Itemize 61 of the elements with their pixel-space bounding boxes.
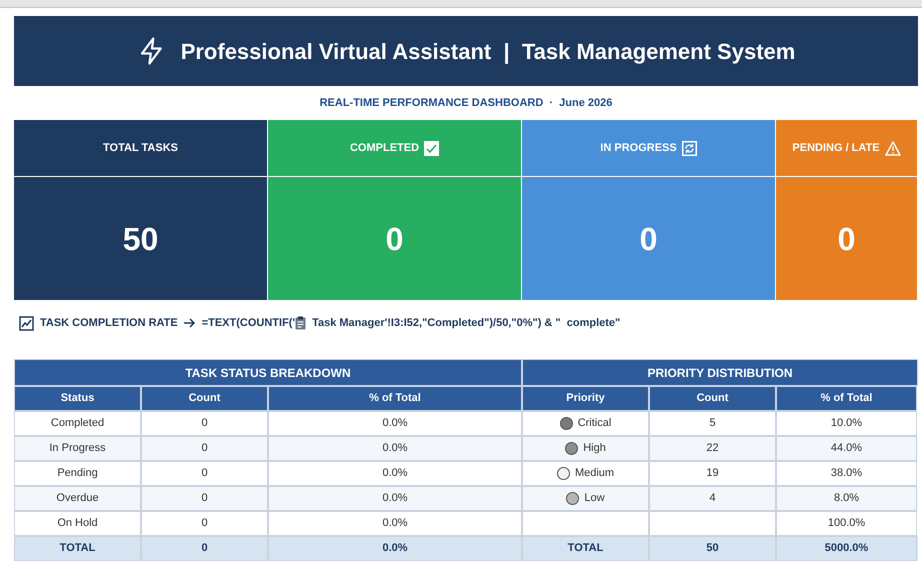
refresh-icon: [682, 140, 697, 156]
warning-icon: [884, 140, 901, 156]
total-cell: 5000.0%: [776, 536, 917, 561]
kpi-value: 0: [640, 220, 658, 258]
arrow-icon: [184, 318, 196, 328]
total-cell: TOTAL: [14, 536, 141, 561]
priority-label: Medium: [574, 466, 614, 482]
completion-rate-label: TASK COMPLETION RATE: [40, 316, 178, 331]
column-header: % of Total: [268, 386, 522, 411]
kpi-label: IN PROGRESS: [600, 140, 677, 156]
table-cell: 19: [649, 461, 776, 486]
table-cell: In Progress: [14, 436, 141, 461]
table-cell: 0: [141, 461, 268, 486]
total-cell: 50: [649, 536, 776, 561]
table-cell: Completed: [14, 411, 141, 436]
table-cell: 10.0%: [776, 411, 917, 436]
table-cell: 0: [141, 511, 268, 536]
table-cell: 0.0%: [268, 461, 522, 486]
table-cell: 0: [141, 436, 268, 461]
kpi-value: 0: [386, 220, 404, 258]
priority-label: Low: [584, 491, 605, 506]
column-header: Count: [649, 386, 776, 411]
table-cell: 0: [141, 486, 268, 511]
table-cell: Overdue: [14, 486, 141, 511]
table-cell: 0: [141, 411, 268, 436]
total-cell: 0: [141, 536, 268, 561]
table-cell: 0.0%: [268, 486, 522, 511]
window-title: Professional Virtual Assistant | Task Management System: [180, 38, 796, 66]
kpi-label: COMPLETED: [350, 140, 420, 156]
total-cell: 0.0%: [268, 536, 522, 561]
table-cell: 4: [649, 486, 776, 511]
kpi-label: PENDING / LATE: [792, 140, 880, 156]
total-cell: TOTAL: [522, 536, 649, 561]
formula-text: =TEXT(COUNTIF(': [202, 316, 296, 331]
column-header: % of Total: [776, 386, 917, 411]
table-cell: 100.0%: [776, 511, 917, 536]
table-cell: 0.0%: [268, 411, 522, 436]
checkbox-icon: [424, 140, 440, 156]
table-cell: 44.0%: [776, 436, 917, 461]
priority-label: High: [583, 441, 606, 456]
dashboard-subtitle: REAL-TIME PERFORMANCE DASHBOARD · June 2026: [318, 96, 614, 111]
table-cell: 5: [649, 411, 776, 436]
column-header: Status: [14, 386, 141, 411]
priority-label: Critical: [578, 416, 612, 432]
table-cell: 8.0%: [776, 486, 917, 511]
chart-icon: [19, 316, 34, 330]
table-cell: 22: [649, 436, 776, 461]
formula-text: Task Manager'!I3:I52,"Completed")/50,"0%") & " complete": [312, 316, 620, 331]
kpi-value: 50: [122, 220, 158, 258]
kpi-value: 0: [838, 220, 856, 258]
table-title: TASK STATUS BREAKDOWN: [14, 359, 522, 386]
clipboard-icon: [295, 316, 306, 330]
table-cell: 38.0%: [776, 461, 917, 486]
column-header: Priority: [522, 386, 649, 411]
table-cell: 0.0%: [268, 436, 522, 461]
table-cell: 0.0%: [268, 511, 522, 536]
table-cell: Pending: [14, 461, 141, 486]
table-cell: On Hold: [14, 511, 141, 536]
kpi-label: TOTAL TASKS: [103, 140, 178, 156]
table-title: PRIORITY DISTRIBUTION: [522, 359, 918, 386]
column-header: Count: [141, 386, 268, 411]
